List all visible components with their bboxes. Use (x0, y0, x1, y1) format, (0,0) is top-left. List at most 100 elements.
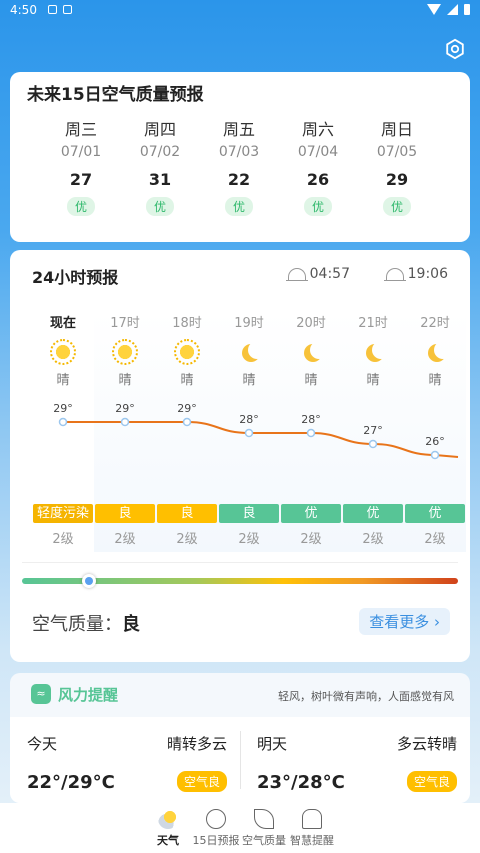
aq-day-level-badge: 优 (303, 197, 332, 216)
air-quality-summary: 空气质量：良 (32, 610, 140, 636)
hour-aqi-level: 2级 (362, 532, 384, 547)
nav-label: 15日预报 (192, 834, 240, 847)
divider (240, 731, 241, 789)
signal-icon (447, 4, 458, 15)
hour-weather: 晴 (180, 373, 194, 388)
aq-day-date: 07/03 (218, 144, 260, 160)
hour-aqi-level: 2级 (238, 532, 260, 547)
sun-icon (50, 339, 76, 365)
hour-aqi-level: 2级 (300, 532, 322, 547)
notification-icon (63, 5, 72, 14)
forecast24-card: 24小时预报 04:57 19:06 现在晴轻度污染 2级 17时晴良 2级 18时晴良… (10, 250, 470, 662)
tomorrow-summary[interactable]: 明天 多云转晴 23°/28°C 空气良 (257, 733, 457, 793)
hour-label: 17时 (110, 316, 140, 331)
battery-icon (464, 4, 470, 15)
nav-label: 智慧提醒 (290, 834, 334, 847)
forecast24-title: 24小时预报 (32, 268, 119, 287)
globe-icon (206, 809, 226, 829)
moon-icon (310, 341, 328, 359)
aq15-card[interactable]: 未来15日空气质量预报 周三 07/01 27 优 周四 07/02 31 优 周五 07/03 2… (10, 72, 470, 242)
air-quality-label: 空气质量： (32, 614, 122, 635)
hour-aqi-level: 2级 (114, 532, 136, 547)
hour-label: 22时 (420, 316, 450, 331)
sun-icon (112, 339, 138, 365)
hour-column[interactable]: 18时晴良 2级 (156, 312, 218, 552)
leaf-icon (254, 809, 274, 829)
hour-aqi-badge: 优 (281, 504, 341, 523)
hour-column[interactable]: 20时晴优 2级 (280, 312, 342, 552)
aq-day-date: 07/04 (297, 144, 339, 160)
hour-weather: 晴 (118, 373, 132, 388)
aq-day-4[interactable]: 周日 07/05 29 优 (362, 116, 432, 216)
aq-day-level-badge: 优 (66, 197, 95, 216)
wind-icon: ≈ (31, 684, 51, 704)
hour-column[interactable]: 22时晴优 2级 (404, 312, 466, 552)
chevron-right-icon: › (434, 613, 440, 631)
sunrise-icon (285, 268, 308, 281)
sun-icon (174, 339, 200, 365)
aq-day-1[interactable]: 周四 07/02 31 优 (125, 116, 195, 216)
hour-weather: 晴 (428, 373, 442, 388)
tomorrow-air-badge: 空气良 (406, 771, 457, 792)
aq15-title: 未来15日空气质量预报 (27, 85, 204, 105)
hour-column[interactable]: 现在晴轻度污染 2级 (32, 312, 94, 552)
sunset: 19:06 (383, 266, 448, 282)
wind-title: 风力提醒 (58, 686, 119, 704)
hour-column[interactable]: 17时晴良 2级 (94, 312, 156, 552)
aq-day-name: 周三 (64, 120, 97, 139)
moon-icon (372, 341, 390, 359)
aq-day-date: 07/05 (376, 144, 418, 160)
gallery-icon (48, 5, 57, 14)
aq-day-date: 07/02 (139, 144, 181, 160)
nav-smart-reminder[interactable]: 智慧提醒 (282, 809, 342, 848)
hour-aqi-badge: 良 (95, 504, 155, 523)
hour-aqi-badge: 优 (343, 504, 403, 523)
aqi-scale-knob (82, 574, 96, 588)
aq-day-name: 周日 (380, 120, 413, 139)
hour-aqi-badge: 良 (219, 504, 279, 523)
sunset-icon (383, 268, 406, 281)
tomorrow-condition: 多云转晴 (396, 735, 457, 753)
hour-column[interactable]: 21时晴优 2级 (342, 312, 404, 552)
aq-day-date: 07/01 (60, 144, 102, 160)
bottom-nav: 天气 15日预报 空气质量 智慧提醒 (0, 803, 480, 853)
aq-day-value: 29 (385, 170, 409, 189)
air-quality-value: 良 (122, 614, 140, 635)
status-time: 4:50 (10, 3, 37, 17)
aq-day-level-badge: 优 (224, 197, 253, 216)
aq-day-0[interactable]: 周三 07/01 27 优 (46, 116, 116, 216)
aq-day-3[interactable]: 周六 07/04 26 优 (283, 116, 353, 216)
weather-icon (158, 809, 178, 829)
moon-icon (248, 341, 266, 359)
today-summary[interactable]: 今天 晴转多云 22°/29°C 空气良 (27, 733, 227, 793)
sunrise-time: 04:57 (309, 266, 350, 282)
aq-day-2[interactable]: 周五 07/03 22 优 (204, 116, 274, 216)
wifi-icon (427, 4, 441, 15)
moon-icon (434, 341, 452, 359)
nav-label: 天气 (157, 834, 179, 847)
aq-day-value: 22 (227, 170, 251, 189)
hour-weather: 晴 (304, 373, 318, 388)
hour-aqi-level: 2级 (176, 532, 198, 547)
view-more-label: 查看更多 (369, 613, 430, 631)
settings-icon[interactable] (444, 38, 466, 60)
hour-aqi-badge: 轻度污染 (33, 504, 93, 523)
wind-card: ≈ 风力提醒 轻风，树叶微有声响，人面感觉有风 今天 晴转多云 22°/29°C… (10, 673, 470, 803)
hour-label: 现在 (49, 316, 76, 331)
hour-aqi-badge: 良 (157, 504, 217, 523)
aq-day-name: 周四 (143, 120, 176, 139)
aq-day-level-badge: 优 (145, 197, 174, 216)
sunrise: 04:57 (285, 266, 350, 282)
aq-day-name: 周六 (301, 120, 334, 139)
hour-aqi-level: 2级 (52, 532, 74, 547)
hour-aqi-badge: 优 (405, 504, 465, 523)
hour-weather: 晴 (366, 373, 380, 388)
aqi-scale-bar (22, 574, 458, 588)
aq-day-value: 27 (69, 170, 93, 189)
aq-day-value: 26 (306, 170, 330, 189)
hour-aqi-level: 2级 (424, 532, 446, 547)
hour-column[interactable]: 19时晴良 2级 (218, 312, 280, 552)
view-more-button[interactable]: 查看更多 › (359, 608, 450, 635)
aq-day-name: 周五 (222, 120, 255, 139)
today-condition: 晴转多云 (166, 735, 227, 753)
